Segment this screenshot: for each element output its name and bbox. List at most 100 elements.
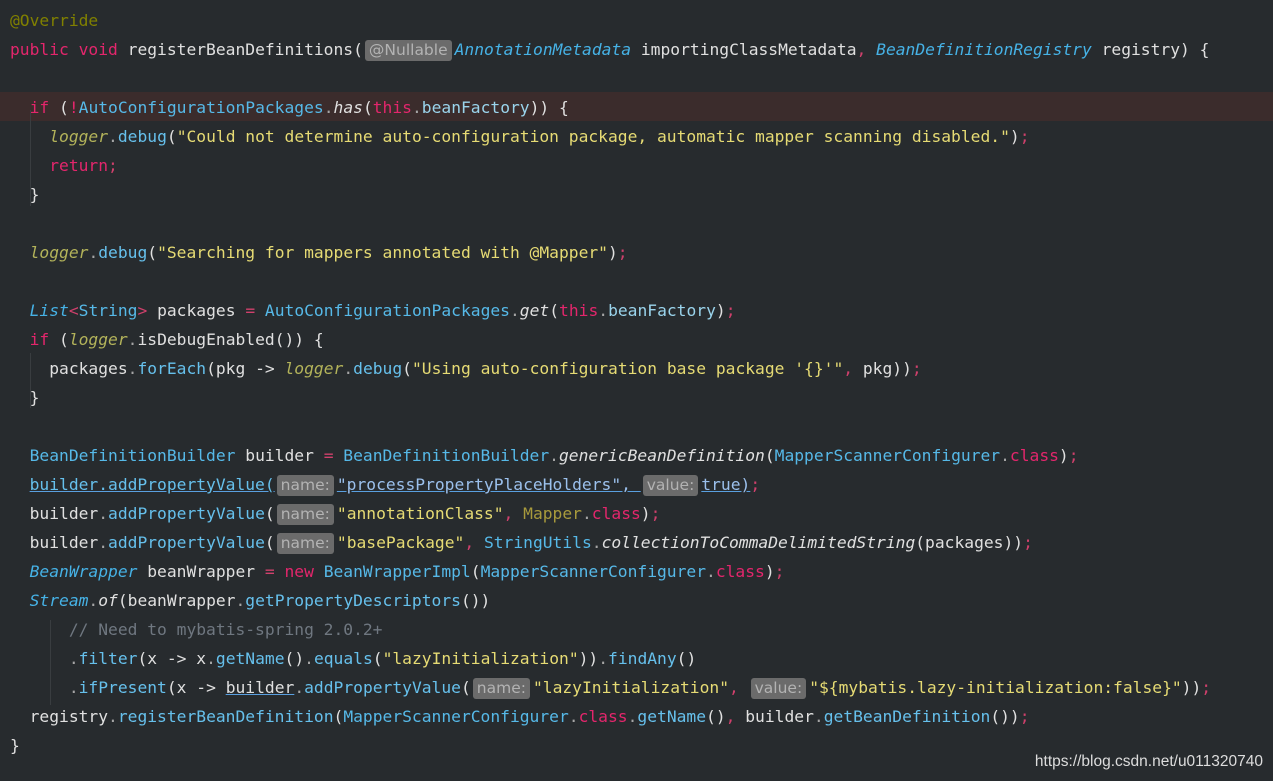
code-token: Stream	[10, 591, 89, 610]
code-token: builder.addPropertyValue(	[29, 475, 275, 494]
code-token: ())	[990, 707, 1020, 726]
code-line[interactable]: }	[10, 731, 20, 760]
code-token: .	[10, 678, 79, 697]
code-token: // Need to mybatis-spring 2.0.2+	[10, 620, 383, 639]
code-token: ;	[1068, 446, 1079, 465]
code-token: getPropertyDescriptors	[245, 591, 461, 610]
code-token: (	[353, 40, 363, 59]
code-line[interactable]: .filter(x -> x.getName().equals("lazyIni…	[10, 644, 696, 673]
code-line[interactable]: builder.addPropertyValue(name: "annotatio…	[10, 499, 660, 528]
code-token: ;	[774, 562, 785, 581]
code-token: .	[108, 127, 118, 146]
code-line[interactable]: if (!AutoConfigurationPackages.has(this.…	[10, 93, 569, 122]
code-token: AnnotationMetadata	[454, 40, 641, 59]
code-token: .	[598, 301, 609, 320]
code-token: registry	[10, 707, 109, 726]
code-token: .	[343, 359, 354, 378]
parameter-hint: name:	[276, 504, 334, 525]
code-token: .	[598, 649, 609, 668]
code-token: .	[549, 446, 559, 465]
code-token: filter	[78, 649, 138, 668]
code-token: getName	[637, 707, 707, 726]
code-token: if	[10, 330, 60, 349]
code-token: "Searching for mappers annotated with @M…	[157, 243, 608, 262]
parameter-hint: name:	[276, 475, 334, 496]
code-token: isDebugEnabled	[137, 330, 275, 349]
code-token: "Could not determine auto-configuration …	[176, 127, 1010, 146]
code-line[interactable]: // Need to mybatis-spring 2.0.2+	[10, 615, 383, 644]
code-token: .	[627, 707, 638, 726]
code-token: ;	[1023, 533, 1033, 552]
code-token: logger	[49, 127, 109, 146]
code-token: builder	[245, 446, 324, 465]
parameter-hint: @Nullable	[364, 40, 452, 61]
code-editor[interactable]: @Override public void registerBeanDefinit…	[0, 0, 1273, 781]
code-line[interactable]: if (logger.isDebugEnabled()) {	[10, 325, 324, 354]
code-token: debug	[117, 127, 167, 146]
code-token: ;	[1019, 127, 1030, 146]
code-token: builder	[745, 707, 814, 726]
code-token: genericBeanDefinition	[558, 446, 765, 465]
code-token: )	[715, 301, 726, 320]
code-token: .	[88, 591, 99, 610]
code-token: logger	[29, 243, 89, 262]
code-token: .	[98, 504, 109, 523]
code-line[interactable]: List<String> packages = AutoConfiguratio…	[10, 296, 736, 325]
parameter-hint: value:	[642, 475, 699, 496]
code-line[interactable]: return;	[10, 151, 118, 180]
code-token: ;	[725, 301, 736, 320]
code-token: equals	[313, 649, 373, 668]
code-token: builder	[10, 533, 99, 552]
code-token: ;	[1019, 707, 1030, 726]
code-token: ;	[650, 504, 661, 523]
code-token: (	[470, 562, 481, 581]
code-line[interactable]: BeanWrapper beanWrapper = new BeanWrappe…	[10, 557, 785, 586]
code-token: .	[98, 533, 109, 552]
code-token: ;	[750, 475, 761, 494]
code-token: }	[10, 185, 40, 204]
code-line[interactable]: public void registerBeanDefinitions(@Nul…	[10, 35, 1209, 64]
code-line[interactable]: packages.forEach(pkg -> logger.debug("Us…	[10, 354, 922, 383]
code-token: "lazyInitialization"	[382, 649, 579, 668]
code-line[interactable]: Stream.of(beanWrapper.getPropertyDescrip…	[10, 586, 491, 615]
code-token: addPropertyValue	[304, 678, 461, 697]
code-line[interactable]: .ifPresent(x -> builder.addPropertyValue…	[10, 673, 1211, 702]
code-token: this	[559, 301, 599, 320]
code-token: .	[581, 504, 592, 523]
code-token: ())	[460, 591, 491, 610]
code-token: MapperScannerConfigurer	[343, 707, 569, 726]
code-token: ()	[706, 707, 726, 726]
code-token: getBeanDefinition	[823, 707, 991, 726]
code-line[interactable]: logger.debug("Could not determine auto-c…	[10, 122, 1030, 151]
code-token: ,	[729, 678, 749, 697]
code-token: true)	[701, 475, 751, 494]
code-line[interactable]: @Override	[10, 6, 98, 35]
code-line[interactable]: BeanDefinitionBuilder builder = BeanDefi…	[10, 441, 1079, 470]
code-token: BeanDefinitionRegistry	[876, 40, 1102, 59]
code-token: (x -> x	[137, 649, 207, 668]
code-token: )	[640, 504, 651, 523]
code-token: registerBeanDefinition	[117, 707, 334, 726]
code-token: class	[578, 707, 628, 726]
code-line[interactable]: registry.registerBeanDefinition(MapperSc…	[10, 702, 1030, 731]
code-token: debug	[98, 243, 148, 262]
code-token: ))	[1181, 678, 1202, 697]
code-token: (pkg ->	[206, 359, 285, 378]
code-token: .	[323, 98, 334, 117]
code-token: .	[108, 707, 118, 726]
code-line[interactable]: }	[10, 180, 40, 209]
code-token: .	[127, 359, 138, 378]
code-line[interactable]: builder.addPropertyValue(name: "processPr…	[10, 470, 760, 499]
code-token: BeanWrapperImpl	[323, 562, 471, 581]
code-token: AutoConfigurationPackages	[264, 301, 510, 320]
code-line[interactable]: builder.addPropertyValue(name: "basePacka…	[10, 528, 1033, 557]
code-line[interactable]: }	[10, 383, 40, 412]
code-token: .	[206, 649, 216, 668]
parameter-hint: name:	[472, 678, 530, 699]
code-token: builder	[225, 678, 295, 697]
code-token: registerBeanDefinitions	[127, 40, 354, 59]
code-line[interactable]: logger.debug("Searching for mappers anno…	[10, 238, 628, 267]
code-token: (	[264, 504, 275, 523]
code-token: class	[591, 504, 641, 523]
